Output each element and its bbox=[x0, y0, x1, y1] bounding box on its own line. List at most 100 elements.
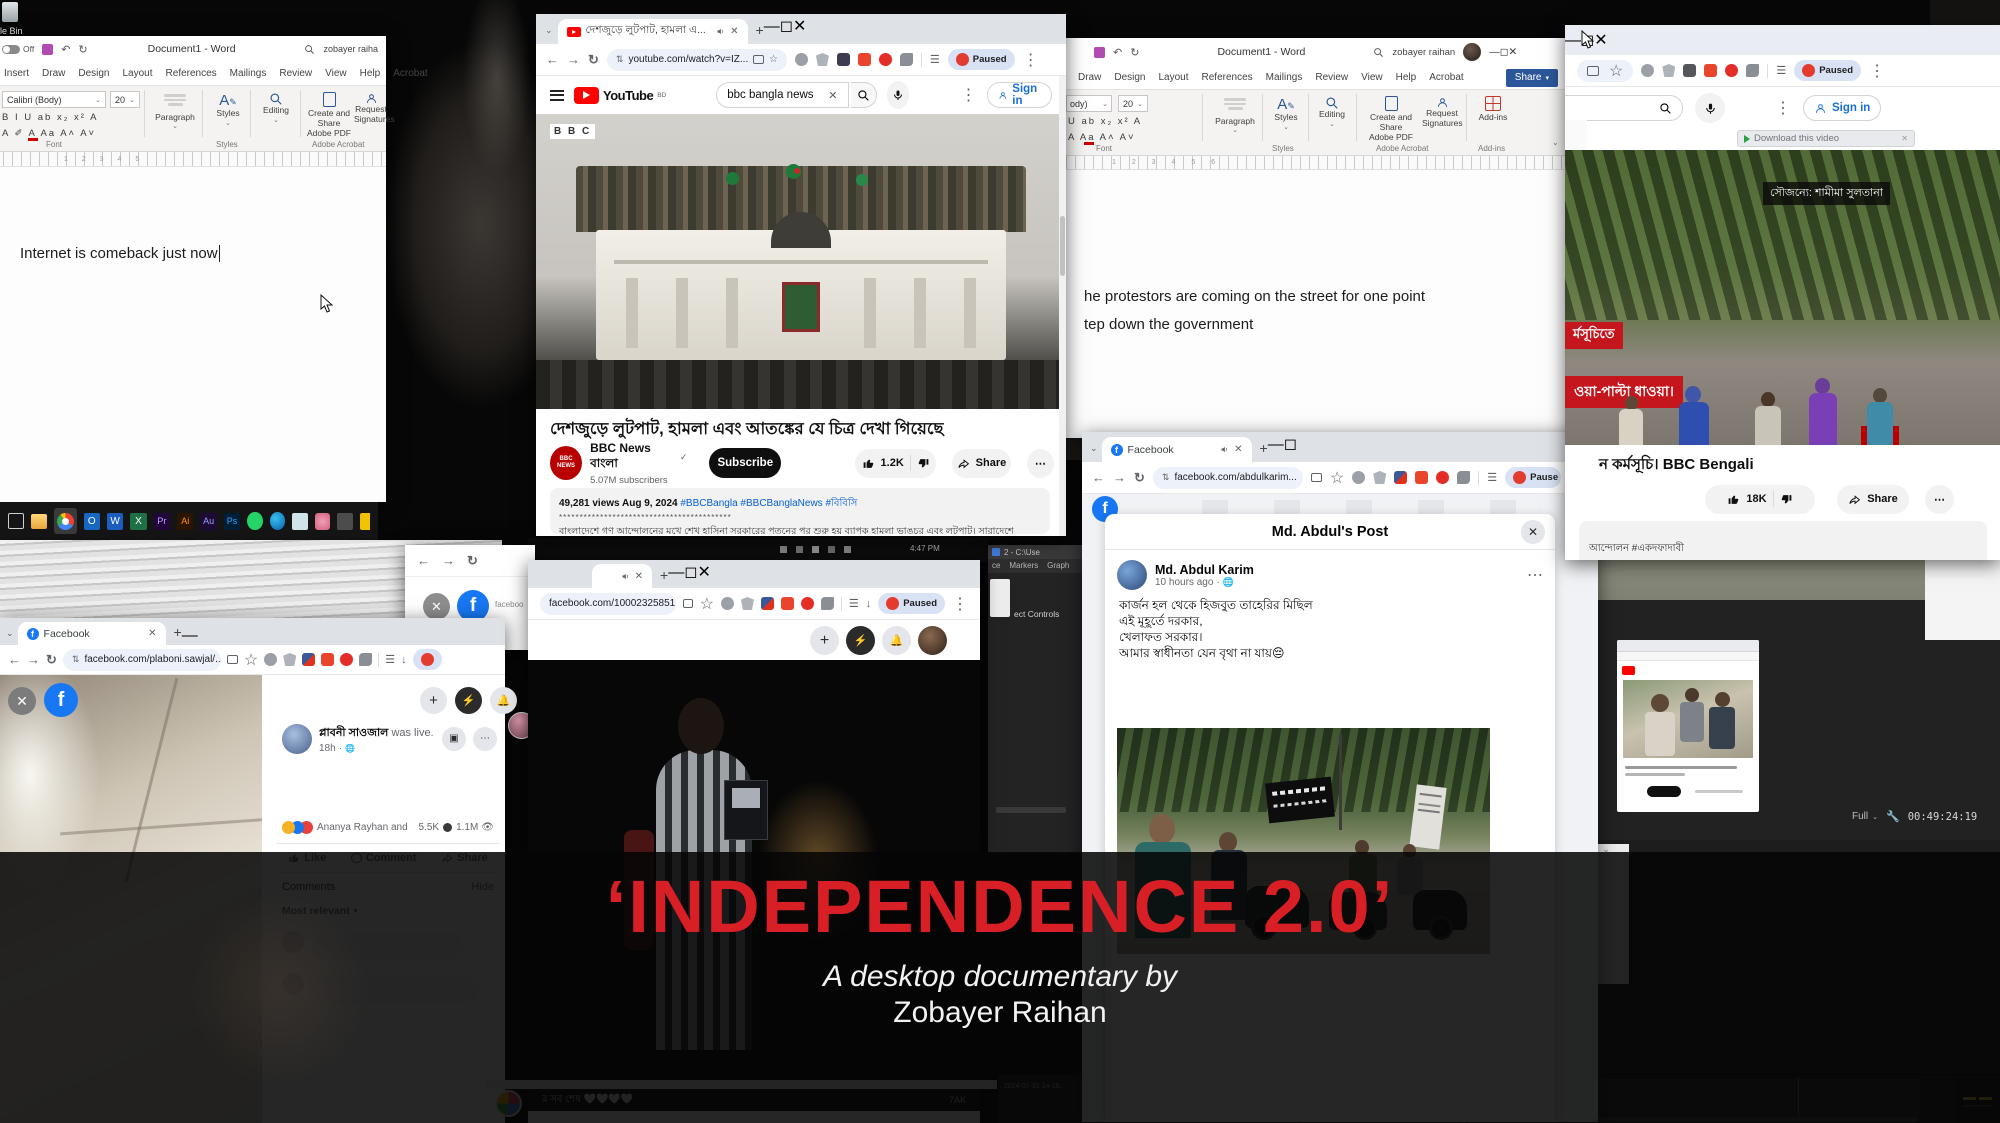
ext-adblock-icon[interactable] bbox=[1704, 64, 1717, 77]
recycle-bin-icon[interactable] bbox=[2, 2, 18, 22]
tab-audio-icon[interactable] bbox=[1220, 445, 1229, 454]
ext-play-icon[interactable] bbox=[1436, 471, 1449, 484]
maximize-icon[interactable]: ◻ bbox=[780, 18, 793, 35]
ext-shield-icon[interactable] bbox=[741, 597, 754, 610]
menu-dots-icon[interactable]: ⋮ bbox=[1775, 98, 1791, 118]
font-size-select[interactable]: 20⌄ bbox=[110, 91, 140, 108]
font-size-select[interactable]: 20⌄ bbox=[1118, 95, 1148, 112]
minimize-icon[interactable]: — bbox=[1268, 436, 1284, 453]
save-icon[interactable] bbox=[42, 44, 53, 55]
ext-adblock-icon[interactable] bbox=[781, 597, 794, 610]
ext-camera-icon[interactable] bbox=[1641, 64, 1654, 77]
save-video-icon[interactable]: ▣ bbox=[442, 727, 466, 751]
ext-adblock-icon[interactable] bbox=[858, 53, 871, 66]
playlist-icon[interactable]: ☰ bbox=[1487, 471, 1497, 484]
ext-dark-icon[interactable] bbox=[837, 53, 850, 66]
back-icon[interactable]: ← bbox=[546, 52, 559, 67]
video-close-icon[interactable]: ✕ bbox=[8, 687, 36, 715]
facebook-circle-icon[interactable]: f bbox=[44, 683, 78, 717]
autosave-toggle[interactable]: Off bbox=[2, 44, 34, 54]
voice-search-icon[interactable] bbox=[1695, 93, 1725, 123]
ext-camera-icon[interactable] bbox=[795, 53, 808, 66]
tab-search-chevron[interactable]: ⌄ bbox=[6, 628, 14, 639]
browser-tab[interactable]: ✕ bbox=[592, 564, 652, 588]
new-tab-button[interactable]: + bbox=[1260, 440, 1268, 456]
tab-search-chevron[interactable]: ⌄ bbox=[1090, 443, 1098, 454]
addins-group[interactable]: Add-ins bbox=[1472, 96, 1514, 123]
address-bar[interactable]: ⇅facebook.com/abdulkarim... bbox=[1153, 467, 1303, 489]
tab-audio-icon[interactable] bbox=[716, 27, 725, 36]
search-box[interactable]: bbc bangla news✕ bbox=[716, 82, 848, 108]
ribbon-collapse-chevron[interactable]: ⌄ bbox=[1552, 138, 1559, 147]
paragraph-group[interactable]: Paragraph⌄ bbox=[152, 92, 198, 130]
browser-tab[interactable]: দেশজুড়ে লুটপাট, হামলা এ... ✕ bbox=[558, 19, 748, 44]
minimize-icon[interactable]: — bbox=[668, 564, 684, 581]
ribbon-tab[interactable]: Layout bbox=[123, 68, 153, 79]
bookmark-star-icon[interactable]: ☆ bbox=[1609, 61, 1623, 81]
tab-audio-icon[interactable] bbox=[621, 572, 630, 581]
tab-close-icon[interactable]: ✕ bbox=[730, 26, 738, 37]
new-tab-button[interactable]: + bbox=[756, 22, 764, 38]
bookmark-star-icon[interactable]: ☆ bbox=[1330, 468, 1344, 488]
like-dislike-pill[interactable]: 1.2K bbox=[855, 449, 936, 478]
download-video-bar[interactable]: Download this video ✕ bbox=[1737, 130, 1915, 147]
zoom-level-select[interactable]: Full⌄ bbox=[1852, 811, 1878, 822]
ribbon-tab[interactable]: Insert bbox=[4, 68, 29, 79]
ext-misc-icon[interactable] bbox=[1746, 64, 1759, 77]
new-tab-button[interactable]: + bbox=[660, 567, 668, 583]
paused-extension-pill[interactable]: Paused bbox=[948, 49, 1015, 70]
bookmark-star-icon[interactable]: ☆ bbox=[244, 650, 258, 670]
ext-adblock-icon[interactable] bbox=[1415, 471, 1428, 484]
paused-extension-pill[interactable]: Paused bbox=[878, 593, 945, 614]
ext-shield-icon[interactable] bbox=[1373, 471, 1386, 484]
ext-shield-icon[interactable] bbox=[283, 653, 296, 666]
adobe-pdf-group[interactable]: Create and Share Adobe PDF bbox=[305, 92, 353, 138]
ribbon-tab[interactable]: Mailings bbox=[230, 68, 267, 79]
search-icon[interactable] bbox=[304, 44, 315, 55]
ext-play-icon[interactable] bbox=[340, 653, 353, 666]
ribbon-tab[interactable]: Draw bbox=[42, 68, 65, 79]
signin-button[interactable]: Sign in bbox=[987, 82, 1052, 108]
minimize-icon[interactable]: — bbox=[1489, 46, 1500, 58]
ext-flag-icon[interactable] bbox=[302, 653, 315, 666]
minimize-icon[interactable]: — bbox=[1565, 32, 1581, 49]
paint-icon[interactable] bbox=[315, 513, 331, 530]
share-button[interactable]: Share bbox=[952, 449, 1010, 478]
maximize-icon[interactable]: ◻ bbox=[684, 564, 697, 581]
chrome-icon[interactable] bbox=[54, 508, 76, 534]
hashtags[interactable]: #BBCBangla #BBCBanglaNews #বিবিসি bbox=[680, 498, 857, 509]
back-icon[interactable]: ← bbox=[8, 652, 21, 667]
paused-extension-pill[interactable] bbox=[413, 649, 442, 670]
edge-icon[interactable] bbox=[270, 512, 286, 530]
ext-flag-icon[interactable] bbox=[1394, 471, 1407, 484]
playlist-icon[interactable]: ☰ bbox=[930, 53, 940, 66]
playlist-icon[interactable]: ☰ bbox=[1776, 64, 1786, 77]
reload-icon[interactable]: ↻ bbox=[467, 553, 478, 569]
user-avatar[interactable] bbox=[1463, 43, 1481, 61]
back-icon[interactable]: ← bbox=[417, 553, 430, 568]
video-player[interactable]: B B C bbox=[536, 114, 1066, 409]
photoshop-icon[interactable]: Ps bbox=[224, 513, 240, 530]
address-bar[interactable]: ⇅facebook.com/plaboni.sawjal/... bbox=[63, 649, 221, 671]
site-settings-icon[interactable]: ⇅ bbox=[616, 54, 624, 65]
tab-close-icon[interactable]: ✕ bbox=[1234, 444, 1242, 455]
forward-icon[interactable]: → bbox=[1113, 470, 1126, 485]
modal-close-icon[interactable]: ✕ bbox=[1521, 520, 1545, 544]
search-icon[interactable] bbox=[1373, 47, 1384, 58]
add-icon[interactable]: + bbox=[810, 626, 839, 655]
font-format-row1[interactable]: U ab x₂ x² A bbox=[1068, 116, 1142, 127]
effect-controls-label[interactable]: ect Controls bbox=[1014, 609, 1059, 619]
ext-adblock-icon[interactable] bbox=[321, 653, 334, 666]
font-format-row2[interactable]: A ✐ A Aa A˄ A˅ bbox=[2, 128, 96, 139]
messenger-icon[interactable]: ⚡ bbox=[846, 626, 875, 655]
ext-camera-icon[interactable] bbox=[721, 597, 734, 610]
ribbon-tab[interactable]: Review bbox=[279, 68, 312, 79]
cast-icon[interactable] bbox=[753, 55, 764, 64]
search-box-fragment[interactable] bbox=[1565, 95, 1683, 121]
cast-icon[interactable] bbox=[683, 599, 693, 608]
ext-play-icon[interactable] bbox=[801, 597, 814, 610]
close-icon[interactable]: ✕ bbox=[1594, 32, 1607, 49]
reload-icon[interactable]: ↻ bbox=[588, 52, 599, 68]
ribbon-tab[interactable]: Review bbox=[1315, 72, 1348, 83]
redo-icon[interactable]: ↻ bbox=[1130, 46, 1139, 59]
